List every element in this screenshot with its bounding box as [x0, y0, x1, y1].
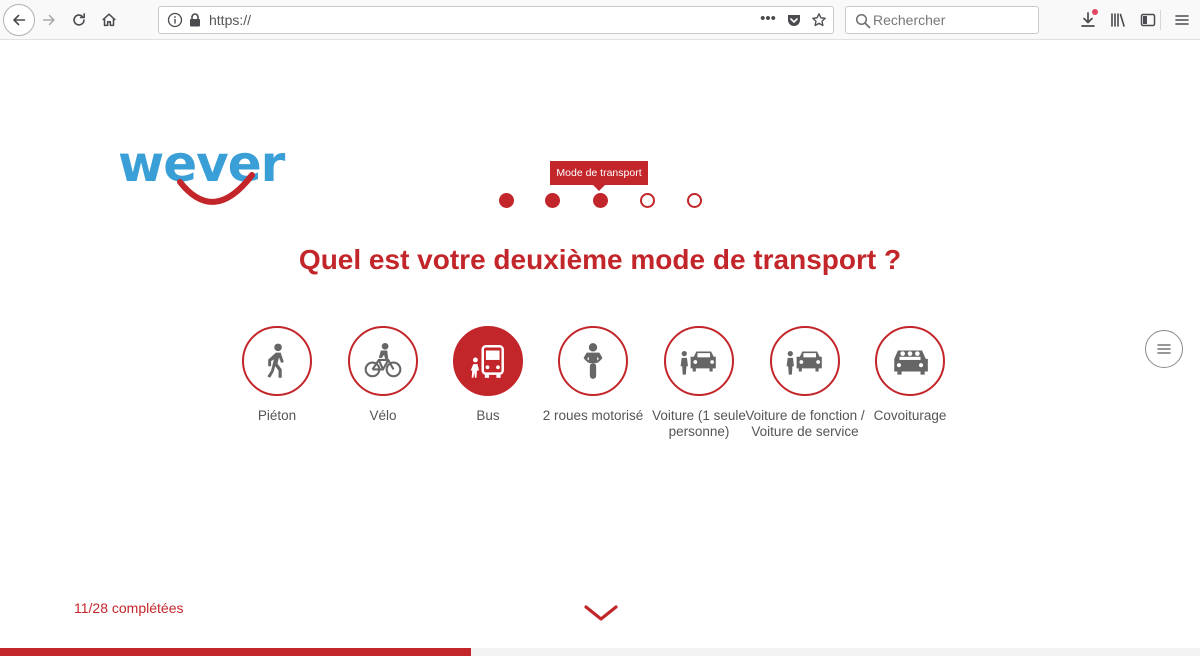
arrow-right-icon: [42, 14, 55, 26]
lock-icon: [187, 12, 203, 28]
option-voiture-fonction[interactable]: Voiture de fonction / Voiture de service: [745, 326, 865, 439]
menu-button[interactable]: [1170, 8, 1194, 32]
step-dot-3[interactable]: [593, 193, 608, 208]
option-velo[interactable]: Vélo: [323, 326, 443, 424]
option-pieton[interactable]: Piéton: [217, 326, 337, 424]
wever-logo: wever: [118, 135, 300, 213]
side-menu-button[interactable]: [1145, 330, 1183, 368]
search-icon: [855, 13, 871, 29]
option-bus[interactable]: Bus: [428, 326, 548, 424]
option-label: Vélo: [369, 408, 397, 423]
pocket-icon[interactable]: [786, 12, 802, 28]
step-dot-1[interactable]: [499, 193, 514, 208]
url-text[interactable]: https://: [209, 12, 251, 29]
option-circle[interactable]: [770, 326, 840, 396]
option-label: Voiture (1 seule personne): [652, 408, 746, 439]
option-2-roues-motorise[interactable]: 2 roues motorisé: [533, 326, 653, 424]
reload-button[interactable]: [64, 5, 94, 35]
company-car-icon: [786, 351, 822, 375]
carpool-icon: [894, 350, 928, 375]
pedestrian-icon: [267, 343, 284, 378]
step-indicator: Mode de transport: [490, 158, 710, 213]
browser-toolbar: https:// •••: [0, 0, 1200, 40]
option-label: Voiture de fonction / Voiture de service: [745, 408, 865, 439]
svg-text:wever: wever: [118, 135, 286, 193]
option-label: Covoiturage: [873, 408, 947, 423]
wever-logo-image: wever: [118, 135, 287, 205]
question-title: Quel est votre deuxième mode de transpor…: [298, 244, 902, 275]
bus-icon: [470, 345, 504, 378]
step-dot-5[interactable]: [687, 193, 702, 208]
list-icon: [1157, 344, 1171, 354]
reload-icon: [73, 13, 86, 26]
info-icon[interactable]: [167, 12, 183, 28]
url-bar[interactable]: https:// •••: [158, 6, 834, 34]
next-question-button[interactable]: [583, 602, 619, 624]
arrow-left-icon: [13, 14, 26, 26]
step-dot-4[interactable]: [640, 193, 655, 208]
back-button[interactable]: [3, 4, 35, 36]
step-dot-2[interactable]: [545, 193, 560, 208]
option-circle[interactable]: [664, 326, 734, 396]
hamburger-icon: [1175, 15, 1189, 25]
option-voiture-seule[interactable]: Voiture (1 seule personne): [639, 326, 759, 439]
option-circle[interactable]: [875, 326, 945, 396]
progress-bar: [0, 648, 1200, 656]
toolbar-separator: [1160, 10, 1161, 30]
chevron-down-icon: [584, 605, 618, 621]
page-actions-icon[interactable]: •••: [759, 11, 777, 28]
step-tooltip: Mode de transport: [550, 161, 648, 191]
progress-count: 11/28 complétées: [74, 600, 184, 616]
option-label: Bus: [476, 408, 500, 423]
home-icon: [102, 13, 116, 27]
option-covoiturage[interactable]: Covoiturage: [850, 326, 970, 424]
library-icon: [1111, 13, 1125, 27]
progress-bar-fill: [0, 648, 472, 656]
downloads-button[interactable]: [1076, 8, 1100, 32]
motorbike-icon: [583, 343, 603, 379]
option-circle[interactable]: [348, 326, 418, 396]
sidebar-button[interactable]: [1136, 8, 1160, 32]
search-input[interactable]: [873, 11, 1033, 29]
car-person-icon: [680, 351, 716, 375]
option-label: Piéton: [257, 408, 297, 423]
bookmark-star-icon[interactable]: [811, 12, 827, 28]
library-button[interactable]: [1106, 8, 1130, 32]
option-label: 2 roues motorisé: [542, 408, 644, 423]
search-bar[interactable]: [845, 6, 1039, 34]
home-button[interactable]: [94, 5, 124, 35]
forward-button[interactable]: [34, 5, 64, 35]
option-circle[interactable]: [558, 326, 628, 396]
option-circle[interactable]: [242, 326, 312, 396]
bicycle-icon: [364, 342, 402, 378]
option-circle[interactable]: [453, 326, 523, 396]
sidebar-icon: [1140, 13, 1156, 27]
download-notification-dot: [1092, 9, 1098, 15]
